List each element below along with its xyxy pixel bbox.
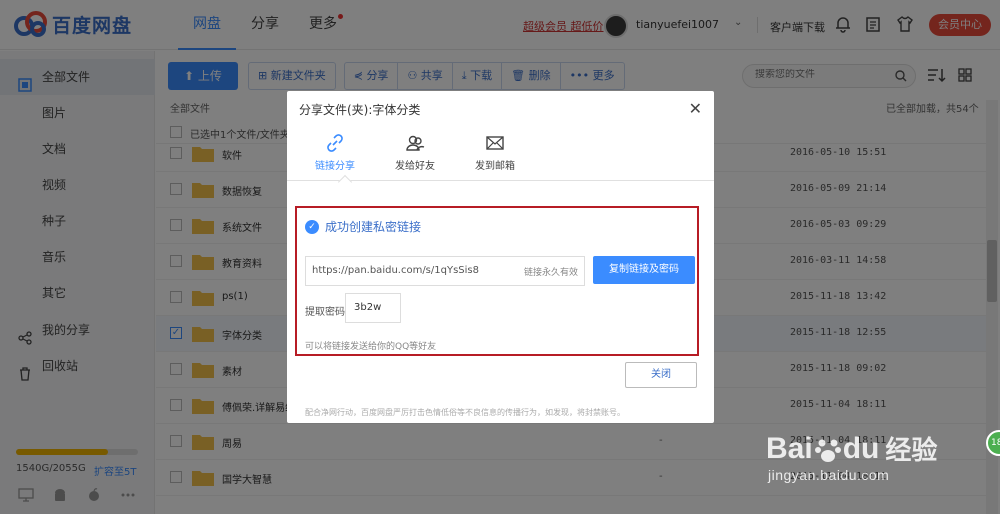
- paw-icon: [814, 435, 842, 463]
- success-text: 成功创建私密链接: [325, 220, 422, 234]
- watermark-url: jingyan.baidu.com: [768, 467, 890, 483]
- copy-link-and-password-button[interactable]: 复制链接及密码: [593, 256, 695, 284]
- link-icon: [325, 133, 345, 153]
- password-label: 提取密码: [305, 307, 345, 318]
- tab-label: 发到邮箱: [475, 161, 515, 172]
- friends-icon: [405, 133, 425, 153]
- watermark-brand: Bai: [766, 431, 813, 465]
- dialog-title: 分享文件(夹):字体分类: [299, 103, 421, 117]
- link-validity: 链接永久有效: [523, 268, 578, 278]
- tab-pointer: [337, 174, 353, 190]
- check-circle-icon: ✓: [305, 219, 319, 234]
- share-link-url[interactable]: https://pan.baidu.com/s/1qYsSis8: [312, 265, 479, 276]
- close-icon[interactable]: ✕: [689, 99, 702, 118]
- tab-link-share[interactable]: 链接分享: [300, 127, 370, 190]
- tab-label: 发给好友: [395, 161, 435, 172]
- password-field[interactable]: 3b2w: [345, 293, 401, 323]
- password-value[interactable]: 3b2w: [354, 302, 381, 313]
- share-link-field[interactable]: https://pan.baidu.com/s/1qYsSis8 链接永久有效: [305, 256, 585, 286]
- share-hint: 可以将链接发送给你的QQ等好友: [305, 342, 437, 352]
- share-result-panel: ✓ 成功创建私密链接 https://pan.baidu.com/s/1qYsS…: [295, 206, 699, 356]
- close-button[interactable]: 关闭: [625, 362, 697, 388]
- tab-send-to-friends[interactable]: 发给好友: [380, 127, 450, 181]
- policy-notice: 配合净网行动，百度网盘严厉打击色情低俗等不良信息的传播行为，如发现，将封禁账号。: [305, 408, 625, 417]
- mail-icon: [485, 133, 505, 153]
- share-tabs: 链接分享 发给好友 发到邮箱: [287, 127, 714, 190]
- tab-label: 链接分享: [315, 161, 355, 172]
- tab-send-to-email[interactable]: 发到邮箱: [460, 127, 530, 181]
- success-message: ✓ 成功创建私密链接: [305, 218, 421, 235]
- share-dialog: 分享文件(夹):字体分类 ✕ 链接分享 发给好友 发到邮箱 ✓ 成功创建私密链接…: [287, 91, 714, 423]
- watermark-brand-end: du: [842, 431, 880, 465]
- baidu-jingyan-watermark: Bai du 经验 jingyan.baidu.com: [766, 430, 938, 484]
- watermark-cn: 经验: [885, 435, 938, 465]
